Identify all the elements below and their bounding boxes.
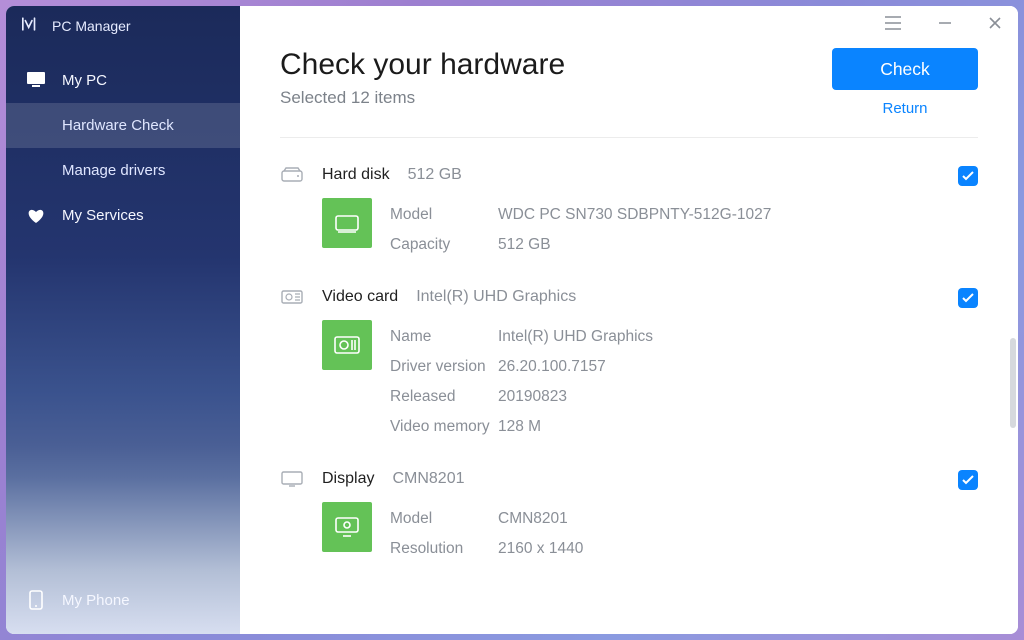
hw-header[interactable]: Hard disk 512 GB — [280, 166, 978, 184]
hw-section-video-card: Video card Intel(R) UHD Graphics NameInt… — [280, 260, 978, 442]
sidebar-item-label: My PC — [62, 72, 107, 89]
hw-name: Hard disk — [322, 166, 390, 184]
sidebar-item-manage-drivers[interactable]: Manage drivers — [6, 148, 240, 193]
hw-checkbox[interactable] — [958, 166, 978, 186]
table-row: Video memory128 M — [390, 412, 978, 442]
minimize-icon[interactable] — [932, 12, 958, 34]
table-row: NameIntel(R) UHD Graphics — [390, 322, 978, 352]
table-row: ModelCMN8201 — [390, 504, 978, 534]
hw-summary: Intel(R) UHD Graphics — [416, 288, 576, 306]
sidebar: PC Manager My PC Hardware Check Manage d… — [6, 6, 240, 634]
table-row: Capacity512 GB — [390, 230, 978, 260]
hw-checkbox[interactable] — [958, 288, 978, 308]
hw-checkbox[interactable] — [958, 470, 978, 490]
app-logo-icon — [22, 16, 42, 35]
sidebar-item-label: Hardware Check — [62, 117, 174, 134]
hw-name: Display — [322, 470, 374, 488]
disk-outline-icon — [280, 167, 304, 183]
sidebar-item-label: My Services — [62, 207, 144, 224]
table-row: Released20190823 — [390, 382, 978, 412]
hardware-list: Hard disk 512 GB ModelWDC PC SN730 SDBPN… — [240, 138, 1018, 596]
hw-header[interactable]: Display CMN8201 — [280, 470, 978, 488]
gpu-tile-icon — [322, 320, 372, 370]
display-outline-icon — [280, 471, 304, 487]
hw-header[interactable]: Video card Intel(R) UHD Graphics — [280, 288, 978, 306]
hw-summary: 512 GB — [408, 166, 462, 184]
monitor-icon — [26, 71, 46, 89]
table-row: ModelWDC PC SN730 SDBPNTY-512G-1027 — [390, 200, 978, 230]
disk-tile-icon — [322, 198, 372, 248]
app-title: PC Manager — [52, 18, 131, 34]
table-row: Driver version26.20.100.7157 — [390, 352, 978, 382]
sidebar-item-my-pc[interactable]: My PC — [6, 57, 240, 103]
hw-section-display: Display CMN8201 ModelCMN8201 Resolution2… — [280, 442, 978, 564]
app-title-bar: PC Manager — [6, 6, 240, 53]
return-link[interactable]: Return — [832, 100, 978, 117]
table-row: Resolution2160 x 1440 — [390, 534, 978, 564]
heart-icon — [26, 208, 46, 224]
sidebar-item-hardware-check[interactable]: Hardware Check — [6, 103, 240, 148]
page-title: Check your hardware — [280, 48, 565, 82]
close-icon[interactable] — [982, 12, 1008, 34]
hamburger-menu-icon[interactable] — [878, 12, 908, 34]
main-panel: Check your hardware Selected 12 items Ch… — [240, 6, 1018, 634]
hw-name: Video card — [322, 288, 398, 306]
gpu-outline-icon — [280, 289, 304, 305]
page-subtitle: Selected 12 items — [280, 88, 565, 108]
hw-summary: CMN8201 — [392, 470, 464, 488]
window-controls — [878, 12, 1008, 34]
phone-icon — [26, 590, 46, 610]
scrollbar-thumb[interactable] — [1010, 338, 1016, 428]
display-tile-icon — [322, 502, 372, 552]
sidebar-item-label: My Phone — [62, 592, 130, 609]
sidebar-item-my-services[interactable]: My Services — [6, 193, 240, 238]
sidebar-nav: My PC Hardware Check Manage drivers My S… — [6, 53, 240, 238]
sidebar-item-my-phone[interactable]: My Phone — [6, 576, 240, 624]
sidebar-item-label: Manage drivers — [62, 162, 165, 179]
hw-section-hard-disk: Hard disk 512 GB ModelWDC PC SN730 SDBPN… — [280, 138, 978, 260]
check-button[interactable]: Check — [832, 48, 978, 90]
